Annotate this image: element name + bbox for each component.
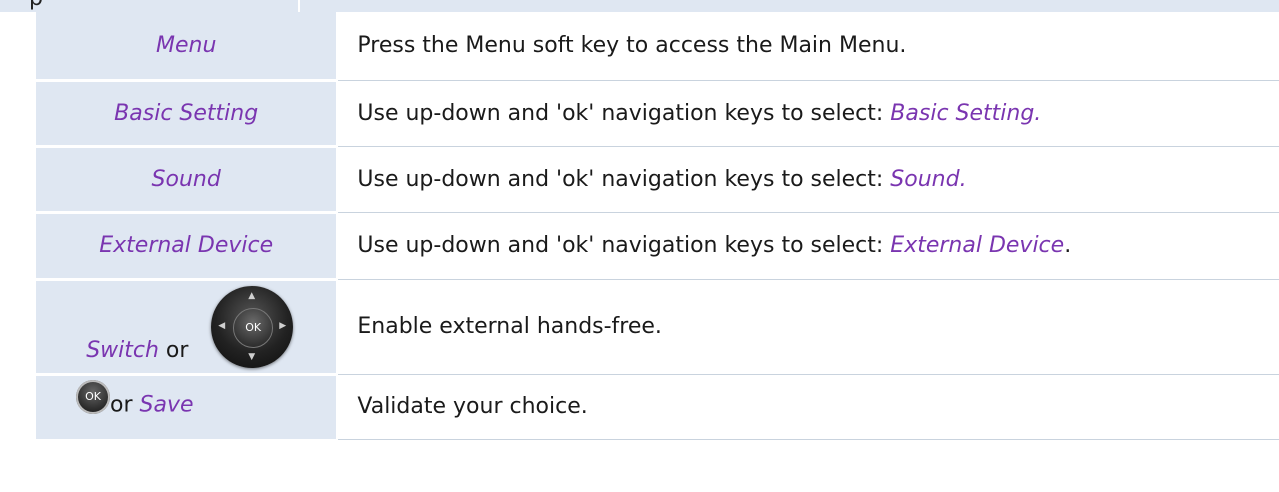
ok-key-icon: OK [76, 380, 110, 415]
arrow-right-icon: ▶ [279, 321, 287, 331]
external-device-label: External Device [99, 233, 274, 258]
header-column-separator [298, 0, 300, 12]
table-row: Menu Press the Menu soft key to access t… [36, 12, 1279, 82]
header-partial-text: p [29, 0, 43, 10]
action-cell: OK or Save [36, 374, 339, 439]
table-row: Switch or ▲ ▼ ◀ ▶ OK Enable external han… [36, 279, 1279, 376]
description-term: External Device [890, 233, 1065, 258]
description-cell: Use up-down and 'ok' navigation keys to … [337, 146, 1279, 213]
table-row: External Device Use up-down and 'ok' nav… [36, 212, 1279, 281]
save-softkey-label: Save [139, 392, 194, 418]
description-cell: Use up-down and 'ok' navigation keys to … [337, 80, 1279, 147]
navigation-ok-key-icon: ▲ ▼ ◀ ▶ OK [211, 286, 294, 368]
action-cell: Switch or ▲ ▼ ◀ ▶ OK [36, 279, 339, 376]
arrow-left-icon: ◀ [218, 321, 226, 331]
action-cell: Sound [36, 146, 339, 214]
basic-setting-label: Basic Setting [114, 100, 259, 126]
action-cell: Basic Setting [36, 80, 339, 148]
description-text: Use up-down and 'ok' navigation keys to … [357, 166, 891, 192]
or-text: or [110, 392, 140, 418]
table-row: Basic Setting Use up-down and 'ok' navig… [36, 80, 1279, 148]
table-row: OK or Save Validate your choice. [36, 374, 1279, 440]
description-term: Basic Setting. [890, 100, 1042, 126]
action-cell: External Device [36, 212, 339, 281]
ok-center-label: OK [233, 308, 274, 348]
description-cell: Press the Menu soft key to access the Ma… [337, 12, 1279, 81]
arrow-up-icon: ▲ [248, 291, 256, 301]
menu-softkey-label: Menu [155, 32, 217, 58]
description-term: Sound. [890, 166, 967, 192]
arrow-down-icon: ▼ [248, 352, 256, 362]
sound-label: Sound [151, 166, 221, 192]
description-suffix: . [1064, 233, 1072, 258]
description-cell: Use up-down and 'ok' navigation keys to … [337, 212, 1279, 280]
procedure-table: Menu Press the Menu soft key to access t… [36, 12, 1279, 440]
description-text: Use up-down and 'ok' navigation keys to … [357, 100, 891, 126]
description-text: Use up-down and 'ok' navigation keys to … [357, 233, 891, 258]
action-cell: Menu [36, 12, 339, 82]
switch-or-navkey: Switch or ▲ ▼ ◀ ▶ OK [71, 282, 301, 368]
table-header-strip: p [0, 0, 1279, 12]
table-row: Sound Use up-down and 'ok' navigation ke… [36, 146, 1279, 214]
description-cell: Enable external hands-free. [337, 279, 1279, 375]
or-text: or [158, 338, 189, 363]
switch-label: Switch or [86, 338, 188, 363]
switch-softkey-label: Switch [86, 338, 159, 363]
description-cell: Validate your choice. [337, 374, 1279, 440]
